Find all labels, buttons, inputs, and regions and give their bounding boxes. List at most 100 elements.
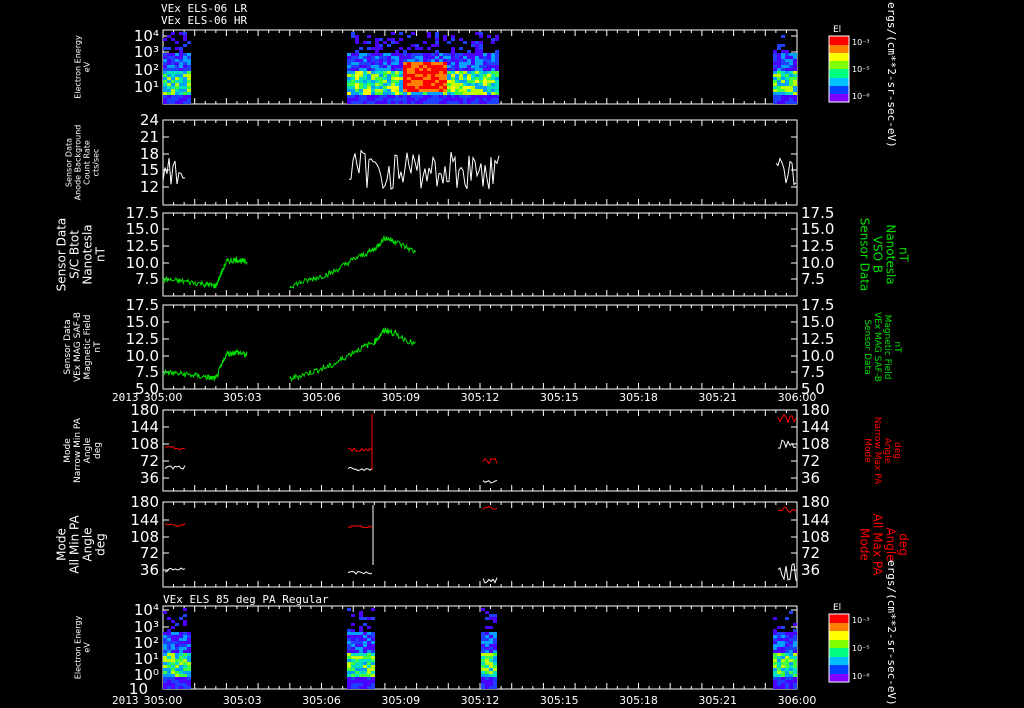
heatmap-cell xyxy=(781,665,785,668)
heatmap-cell xyxy=(347,86,351,89)
heatmap-cell xyxy=(439,98,443,101)
heatmap-cell xyxy=(407,56,411,59)
all-pa-line-0 xyxy=(164,567,186,573)
heatmap-cell xyxy=(367,617,371,620)
time-tick-label-bottom: 305:21 xyxy=(698,694,737,707)
heatmap-cell xyxy=(379,74,383,77)
heatmap-cell xyxy=(793,83,797,86)
heatmap-cell xyxy=(777,74,781,77)
ylabel-line: eV xyxy=(83,61,92,72)
heatmap-cell xyxy=(493,644,497,647)
heatmap-cell xyxy=(387,77,391,80)
heatmap-cell xyxy=(489,617,493,620)
heatmap-cell xyxy=(171,668,175,671)
heatmap-cell xyxy=(167,35,171,38)
heatmap-cell xyxy=(359,89,363,92)
all-pa-line-6 xyxy=(777,562,797,581)
heatmap-cell xyxy=(423,101,427,104)
heatmap-cell xyxy=(347,632,351,635)
heatmap-cell xyxy=(411,101,415,104)
heatmap-cell xyxy=(471,95,475,98)
heatmap-cell xyxy=(355,95,359,98)
heatmap-cell xyxy=(167,71,171,74)
heatmap-cell xyxy=(395,50,399,53)
heatmap-cell xyxy=(399,38,403,41)
panel-4: 17.5 17.515.0 15.012.5 12.510.0 10.07.5 7.55.… xyxy=(63,296,902,398)
heatmap-cell xyxy=(781,62,785,65)
time-tick-label-bottom: 305:15 xyxy=(540,694,579,707)
heatmap-cell xyxy=(351,98,355,101)
heatmap-cell xyxy=(481,632,485,635)
heatmap-cell xyxy=(785,617,789,620)
heatmap-cell xyxy=(391,53,395,56)
heatmap-cell xyxy=(367,83,371,86)
heatmap-cell xyxy=(471,92,475,95)
heatmap-cell xyxy=(443,101,447,104)
heatmap-cell xyxy=(487,56,491,59)
heatmap-cell xyxy=(355,38,359,41)
heatmap-cell xyxy=(485,626,489,629)
heatmap-cell xyxy=(489,665,493,668)
heatmap-cell xyxy=(789,641,793,644)
heatmap-cell xyxy=(785,92,789,95)
heatmap-cell xyxy=(467,95,471,98)
heatmap-cell xyxy=(491,65,495,68)
heatmap-cell xyxy=(163,656,167,659)
ytick-label: 36 xyxy=(140,469,159,487)
heatmap-cell xyxy=(463,74,467,77)
heatmap-cell xyxy=(355,674,359,677)
heatmap-cell xyxy=(351,680,355,683)
heatmap-cell xyxy=(183,86,187,89)
heatmap-cell xyxy=(789,95,793,98)
heatmap-cell xyxy=(175,95,179,98)
heatmap-cell xyxy=(773,77,777,80)
heatmap-cell xyxy=(367,86,371,89)
heatmap-cell xyxy=(485,683,489,686)
heatmap-cell xyxy=(489,668,493,671)
heatmap-cell xyxy=(375,50,379,53)
heatmap-cell xyxy=(481,644,485,647)
heatmap-cell xyxy=(407,83,411,86)
heatmap-cell xyxy=(483,62,487,65)
heatmap-cell xyxy=(359,668,363,671)
heatmap-cell xyxy=(347,92,351,95)
heatmap-cell xyxy=(481,680,485,683)
heatmap-cell xyxy=(355,647,359,650)
heatmap-cell xyxy=(773,647,777,650)
panel-stack: 10⁴10³10²10¹Electron Energy eV2421181512S… xyxy=(55,27,911,690)
heatmap-cell xyxy=(491,41,495,44)
heatmap-cell xyxy=(439,53,443,56)
heatmap-cell xyxy=(443,83,447,86)
ylabel-line: Sensor Data xyxy=(65,138,74,187)
heatmap-cell xyxy=(489,638,493,641)
heatmap-cell xyxy=(171,656,175,659)
heatmap-cell xyxy=(447,92,451,95)
heatmap-cell xyxy=(375,74,379,77)
heatmap-cell xyxy=(391,62,395,65)
heatmap-cell xyxy=(773,683,777,686)
heatmap-cell xyxy=(489,659,493,662)
heatmap-cell xyxy=(447,80,451,83)
heatmap-cell xyxy=(367,656,371,659)
heatmap-cell xyxy=(451,83,455,86)
heatmap-cell xyxy=(451,80,455,83)
heatmap-cell xyxy=(347,656,351,659)
heatmap-cell xyxy=(175,638,179,641)
heatmap-cell xyxy=(395,95,399,98)
heatmap-cell xyxy=(447,53,451,56)
heatmap-cell xyxy=(351,638,355,641)
heatmap-cell xyxy=(163,653,167,656)
heatmap-cell xyxy=(179,617,183,620)
heatmap-cell xyxy=(167,674,171,677)
heatmap-cell xyxy=(427,74,431,77)
heatmap-cell xyxy=(431,53,435,56)
heatmap-cell xyxy=(187,83,191,86)
heatmap-cell xyxy=(355,641,359,644)
heatmap-cell xyxy=(163,641,167,644)
heatmap-cell xyxy=(483,89,487,92)
heatmap-cell xyxy=(387,83,391,86)
colorbar-top: El10⁻³10⁻⁵10⁻⁶ xyxy=(828,25,870,103)
heatmap-cell xyxy=(383,83,387,86)
heatmap-cell xyxy=(183,92,187,95)
heatmap-cell xyxy=(411,83,415,86)
